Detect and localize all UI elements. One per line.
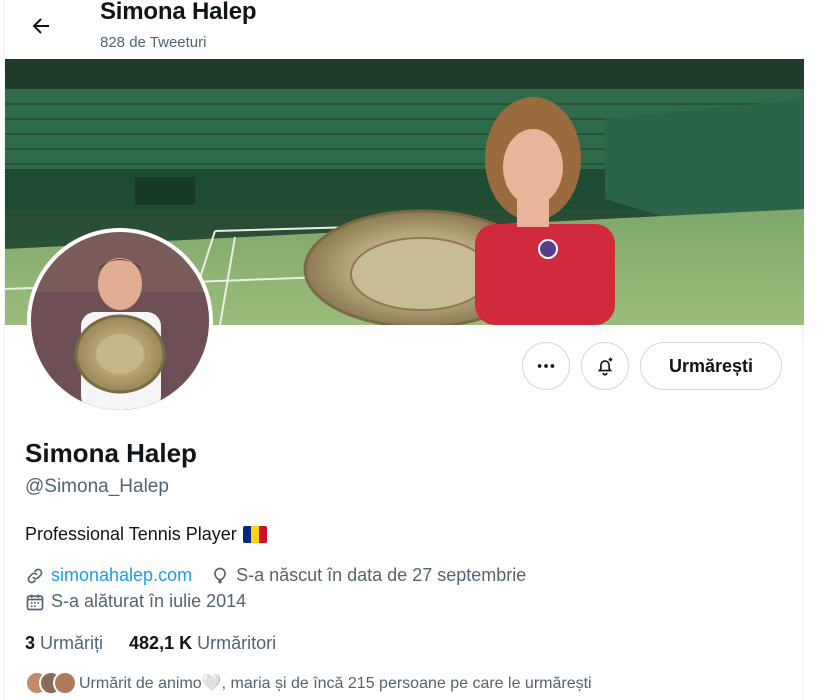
profile-meta-row-2: S-a alăturat în iulie 2014 <box>25 591 264 612</box>
joined-item: S-a alăturat în iulie 2014 <box>25 591 246 612</box>
following-count: 3 <box>25 633 36 653</box>
user-handle: @Simona_Halep <box>25 476 169 497</box>
website-link[interactable]: simonahalep.com <box>51 565 192 586</box>
bio: Professional Tennis Player <box>25 524 267 545</box>
website-item: simonahalep.com <box>25 565 192 586</box>
back-button[interactable] <box>23 8 59 44</box>
romania-flag-icon <box>242 526 267 543</box>
followed-by-text: Urmărit de animo🤍, maria și de încă 215 … <box>79 675 592 692</box>
profile-header-bar: Simona Halep 828 de Tweeturi <box>5 0 804 58</box>
avatar-image <box>31 232 209 410</box>
following-label: Urmăriți <box>40 633 104 653</box>
followers-stat[interactable]: 482,1 K Urmăritori <box>129 633 276 654</box>
more-horizontal-icon <box>537 364 555 368</box>
display-name: Simona Halep <box>25 438 197 468</box>
tweet-count: 828 de Tweeturi <box>100 34 207 51</box>
arrow-left-icon <box>32 18 49 34</box>
bio-text: Professional Tennis Player <box>25 524 237 544</box>
joined-date: S-a alăturat în iulie 2014 <box>51 591 247 611</box>
profile-page: Simona Halep 828 de Tweeturi Urmărești S… <box>4 0 804 700</box>
link-icon <box>27 568 43 583</box>
birth-date: S-a născut în data de 27 septembrie <box>236 565 527 585</box>
avatar <box>53 671 77 695</box>
followed-by[interactable]: Urmărit de animo🤍, maria și de încă 215 … <box>25 671 592 695</box>
followers-you-know-avatars <box>25 671 77 695</box>
header-name: Simona Halep <box>100 0 257 25</box>
avatar[interactable] <box>27 228 213 414</box>
more-button[interactable] <box>522 342 570 390</box>
followers-count: 482,1 K <box>129 633 193 653</box>
following-button[interactable]: Urmărești <box>640 342 782 390</box>
follow-stats: 3 Urmăriți 482,1 K Urmăritori <box>25 633 276 654</box>
notify-button[interactable] <box>581 342 629 390</box>
balloon-icon <box>214 567 226 583</box>
bell-plus-icon <box>597 357 613 376</box>
profile-meta-row: simonahalep.com S-a născut în data de 27… <box>25 565 544 586</box>
followers-label: Urmăritori <box>197 633 277 653</box>
calendar-icon <box>26 594 44 610</box>
following-stat[interactable]: 3 Urmăriți <box>25 633 103 654</box>
birth-item: S-a născut în data de 27 septembrie <box>210 565 526 586</box>
